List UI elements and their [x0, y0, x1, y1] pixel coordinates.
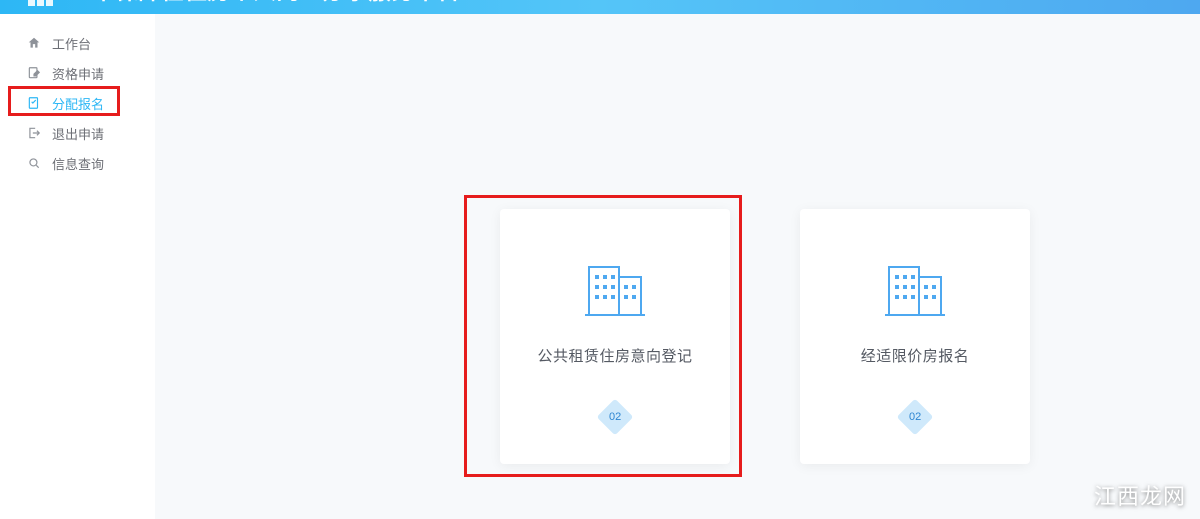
doc-check-icon: [26, 96, 42, 110]
sidebar-item-qualification[interactable]: 资格申请: [0, 58, 155, 88]
search-doc-icon: [26, 156, 42, 170]
sidebar-item-workbench[interactable]: 工作台: [0, 28, 155, 58]
card-title: 经适限价房报名: [861, 345, 970, 366]
sidebar: 工作台 资格申请 分配报名 退出申请 信息查询: [0, 14, 155, 519]
card-affordable-housing-signup[interactable]: 经适限价房报名 02: [800, 209, 1030, 464]
app-title: □□市保障性住房个人网上办事服务平台: [64, 0, 461, 6]
home-icon: [26, 36, 42, 50]
building-icon: [583, 259, 647, 317]
sidebar-item-label: 分配报名: [52, 94, 104, 113]
sidebar-item-allocation[interactable]: 分配报名: [0, 88, 155, 118]
badge: 02: [897, 399, 934, 436]
sidebar-item-label: 退出申请: [52, 124, 104, 143]
card-public-rental-registration[interactable]: 公共租赁住房意向登记 02: [500, 209, 730, 464]
main-content: 公共租赁住房意向登记 02: [155, 14, 1200, 519]
sidebar-item-exit-apply[interactable]: 退出申请: [0, 118, 155, 148]
card-wrap-rental: 公共租赁住房意向登记 02: [500, 209, 730, 519]
sidebar-item-label: 信息查询: [52, 154, 104, 173]
badge-text: 02: [909, 411, 921, 423]
doc-pen-icon: [26, 66, 42, 80]
sidebar-item-label: 工作台: [52, 34, 91, 53]
sidebar-item-label: 资格申请: [52, 64, 104, 83]
logo-icon: [28, 0, 54, 12]
exit-icon: [26, 126, 42, 140]
sidebar-item-info-query[interactable]: 信息查询: [0, 148, 155, 178]
card-wrap-affordable: 经适限价房报名 02: [800, 209, 1030, 519]
badge: 02: [597, 399, 634, 436]
top-header: □□市保障性住房个人网上办事服务平台: [0, 0, 1200, 14]
badge-text: 02: [609, 411, 621, 423]
building-icon: [883, 259, 947, 317]
card-title: 公共租赁住房意向登记: [537, 345, 692, 366]
